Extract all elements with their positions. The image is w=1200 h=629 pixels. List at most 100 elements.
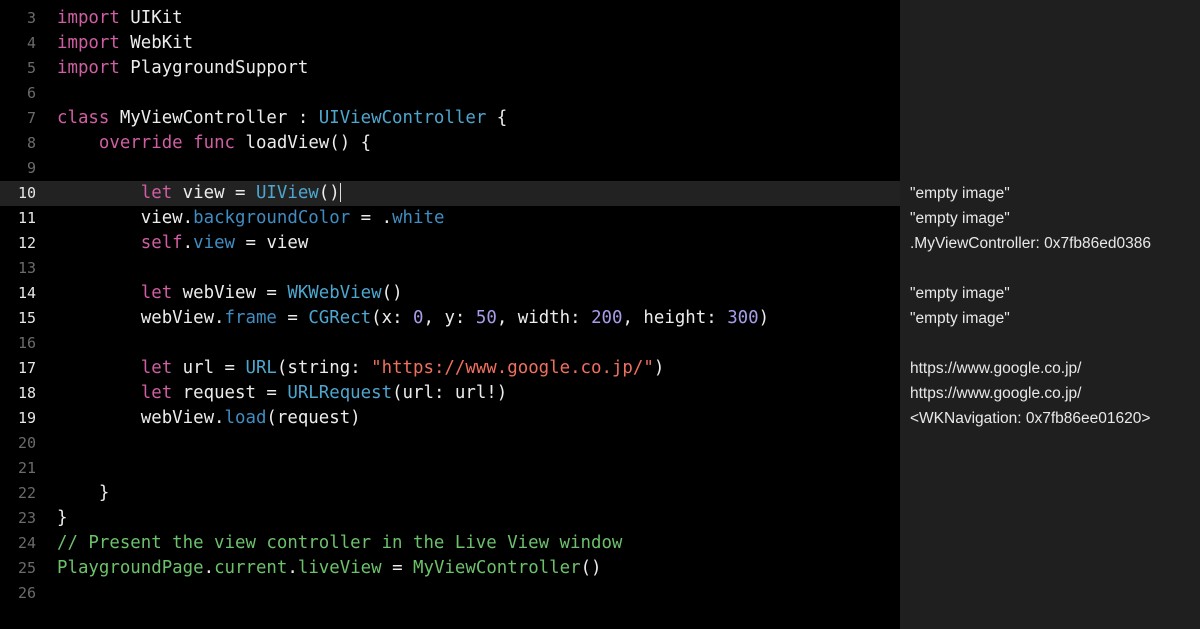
line-number: 9 [26,158,36,177]
result-value[interactable]: https://www.google.co.jp/ [910,356,1081,381]
plain-token: webView. [57,307,225,328]
result-value[interactable]: .MyViewController: 0x7fb86ed0386 [910,231,1151,256]
code-text: override func loadView() { [57,131,371,156]
code-text: import PlaygroundSupport [57,56,308,81]
text-cursor [339,183,342,202]
result-value[interactable]: "empty image" [910,306,1010,331]
code-line[interactable]: 11 view.backgroundColor = .white [0,206,900,231]
code-line[interactable]: 22 } [0,481,900,506]
plain-token: (string: [276,357,372,378]
code-line[interactable]: 7 class MyViewController : UIViewControll… [0,106,900,131]
plain-token: ) [758,307,770,328]
code-line[interactable]: 12 self.view = view [0,231,900,256]
code-line[interactable]: 15 webView.frame = CGRect(x: 0, y: 50, w… [0,306,900,331]
identifier-token: liveView [297,557,382,578]
code-line[interactable]: 3 import UIKit [0,6,900,31]
type-token: UIView [255,182,319,203]
keyword-token: let [140,182,173,203]
keyword-token: override [98,132,183,153]
line-number: 4 [26,33,36,52]
property-token: white [392,207,445,228]
property-token: backgroundColor [193,207,351,228]
results-sidebar: "empty image" "empty image" .MyViewControl… [900,0,1200,629]
code-text: view.backgroundColor = .white [57,206,445,231]
string-token: "https://www.google.co.jp/" [371,357,654,378]
code-line[interactable]: 17 let url = URL(string: "https://www.go… [0,356,900,381]
plain-token: loadView() { [235,132,372,153]
code-line[interactable]: 23} [0,506,900,531]
line-number: 11 [17,208,36,227]
line-number: 14 [17,283,36,302]
plain-token: () [381,282,403,303]
code-line[interactable]: 13 [0,256,900,281]
keyword-token: let [140,382,173,403]
result-value[interactable]: <WKNavigation: 0x7fb86ee01620> [910,406,1150,431]
type-token: URL [245,357,277,378]
plain-token: WebKit [119,32,194,53]
code-line[interactable]: 20 [0,431,900,456]
plain-token: = view [235,232,309,253]
line-number: 23 [17,508,36,527]
code-text: } [57,506,67,531]
keyword-token: func [193,132,236,153]
plain-token: (x: [371,307,414,328]
line-number: 8 [26,133,36,152]
line-number: 24 [17,533,36,552]
line-number: 5 [26,58,36,77]
line-number: 16 [17,333,36,352]
plain-token: . [203,557,215,578]
code-line[interactable]: 19 webView.load(request) [0,406,900,431]
plain-token: webView = [172,282,288,303]
code-line[interactable]: 25 PlaygroundPage.current.liveView = MyVi… [0,556,900,581]
line-number: 18 [17,383,36,402]
code-line[interactable]: 16 [0,331,900,356]
code-line[interactable]: 14 let webView = WKWebView() [0,281,900,306]
result-value[interactable]: https://www.google.co.jp/ [910,381,1081,406]
code-text: self.view = view [57,231,309,256]
line-number: 21 [17,458,36,477]
plain-token: view. [57,207,194,228]
result-value[interactable]: "empty image" [910,206,1010,231]
code-editor[interactable]: 3 import UIKit 4 import WebKit 5 import Playg… [0,0,900,629]
line-number: 6 [26,83,36,102]
plain-token: . [182,232,194,253]
code-line[interactable]: 10 let view = UIView() [0,180,900,206]
code-line[interactable]: 4 import WebKit [0,31,900,56]
plain-token: webView. [57,407,225,428]
code-text: let url = URL(string: "https://www.googl… [57,356,665,381]
result-value[interactable]: "empty image" [910,181,1010,206]
code-line[interactable]: 21 [0,456,900,481]
comment-token: // Present the view controller in the Li… [57,532,623,553]
code-text: PlaygroundPage.current.liveView = MyView… [57,556,602,581]
code-line[interactable]: 8 override func loadView() { [0,131,900,156]
keyword-token: self [140,232,183,253]
code-line[interactable]: 24 // Present the view controller in the … [0,531,900,556]
plain-token: ) [653,357,665,378]
code-line[interactable]: 9 [0,156,900,181]
code-line[interactable]: 26 [0,581,900,606]
type-token: UIViewController [318,107,487,128]
identifier-token: current [214,557,288,578]
keyword-token: import [57,7,120,28]
code-line[interactable]: 5 import PlaygroundSupport [0,56,900,81]
identifier-token: PlaygroundPage [57,557,204,578]
code-text: let request = URLRequest(url: url!) [57,381,507,406]
plain-token: } [57,507,68,528]
number-token: 0 [413,307,424,328]
keyword-token: import [57,57,120,78]
line-number: 19 [17,408,36,427]
code-line[interactable]: 6 [0,81,900,106]
property-token: load [224,407,267,428]
code-text: webView.load(request) [57,406,361,431]
plain-token: view = [172,182,256,203]
result-value[interactable]: "empty image" [910,281,1010,306]
code-text: import UIKit [57,6,183,31]
line-number: 7 [26,108,36,127]
plain-token: url = [172,357,246,378]
code-line[interactable]: 18 let request = URLRequest(url: url!) [0,381,900,406]
plain-token: , y: [423,307,476,328]
